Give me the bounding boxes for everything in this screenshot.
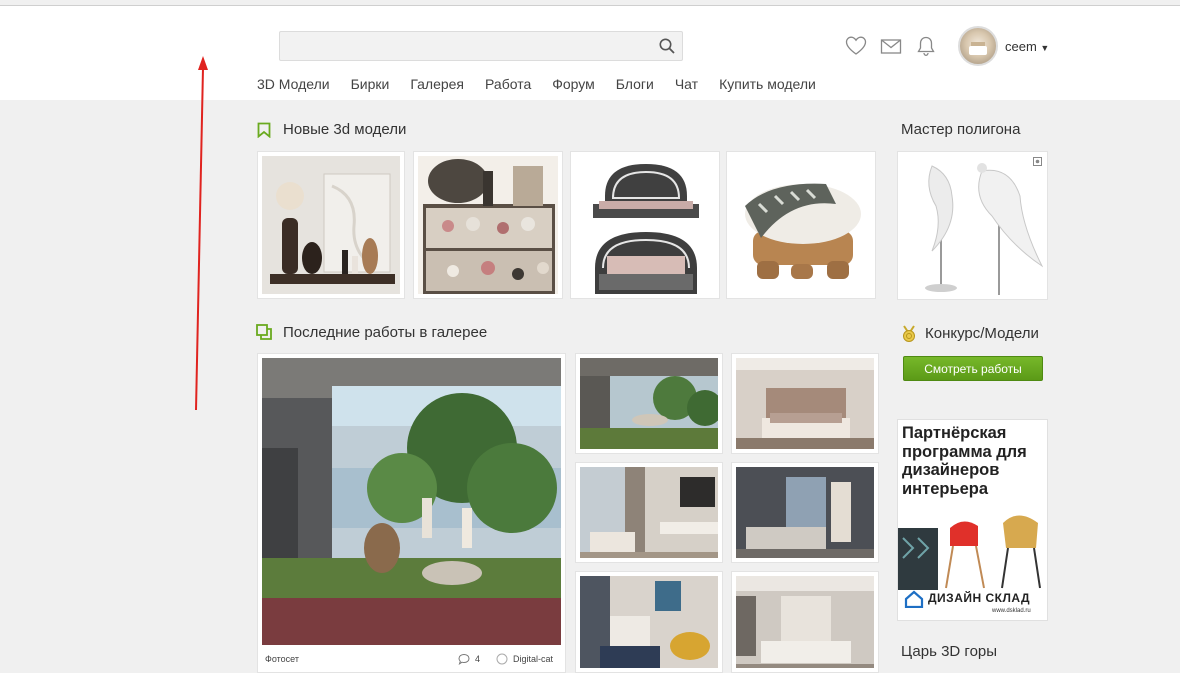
search-icon[interactable] [658,37,676,55]
chevron-down-icon: ▼ [1040,43,1050,53]
mail-icon[interactable] [880,35,902,57]
nav-item-tags[interactable]: Бирки [351,76,390,92]
gallery-card[interactable] [575,571,723,673]
model-thumbnail-kitchen-set [418,156,558,294]
gallery-thumbnail [736,576,874,668]
model-card[interactable] [570,151,720,299]
medal-icon [903,325,915,342]
gallery-icon [256,324,272,340]
contest-title[interactable]: Конкурс/Модели [925,325,1039,342]
search-bar [279,31,683,61]
gallery-card[interactable] [575,353,723,454]
user-menu[interactable]: ceem ▼ [1005,39,1049,54]
ad-headline: Партнёрская программа для дизайнеров инт… [902,424,1027,498]
house-logo-icon [904,590,924,608]
author-avatar-icon [496,653,508,665]
nav-item-3d-models[interactable]: 3D Модели [257,76,330,92]
gallery-thumbnail [736,467,874,558]
model-thumbnail-pouf [731,156,871,294]
nav-item-chat[interactable]: Чат [675,76,698,92]
gallery-featured-image [262,358,561,645]
featured-comment-count: 4 [475,654,481,664]
ad-chairs-image [898,515,1041,590]
bookmark-icon [257,122,271,138]
main-nav: 3D Модели Бирки Галерея Работа Форум Бло… [257,76,837,92]
site-header: ceem ▼ 3D Модели Бирки Галерея Работа Фо… [0,6,1180,100]
ad-url: www.dsklad.ru [992,608,1031,614]
gallery-title[interactable]: Последние работы в галерее [283,324,487,341]
new-models-title[interactable]: Новые 3d модели [283,121,406,138]
gallery-card[interactable] [731,571,879,673]
king-title[interactable]: Царь 3D горы [901,643,997,660]
ad-brand: ДИЗАЙН СКЛАД [928,591,1031,605]
model-card[interactable] [257,151,405,299]
partner-program-ad[interactable]: Партнёрская программа для дизайнеров инт… [897,419,1048,621]
ad-info-icon[interactable] [1033,157,1042,166]
polygon-master-title[interactable]: Мастер полигона [901,121,1020,138]
nav-item-blogs[interactable]: Блоги [616,76,654,92]
model-thumbnail-bed [575,156,715,294]
model-thumbnail-decor-set [262,156,400,294]
featured-author[interactable]: Digital-cat [513,654,553,664]
nav-item-work[interactable]: Работа [485,76,531,92]
featured-category[interactable]: Фотосет [265,654,299,664]
comment-icon [458,653,470,665]
model-card[interactable] [726,151,876,299]
gallery-thumbnail [580,576,718,668]
search-input[interactable] [280,32,640,60]
username: ceem [1005,39,1037,54]
gallery-card[interactable] [575,462,723,563]
view-works-button[interactable]: Смотреть работы [903,356,1043,381]
polygon-master-thumbnail [902,156,1043,295]
gallery-featured-card[interactable]: Фотосет 4 Digital-cat [257,353,566,673]
bell-icon[interactable] [915,35,937,57]
nav-item-buy-models[interactable]: Купить модели [719,76,816,92]
polygon-master-card[interactable] [897,151,1048,300]
heart-icon[interactable] [845,35,867,57]
gallery-card[interactable] [731,462,879,563]
gallery-thumbnail [580,467,718,558]
gallery-thumbnail [580,358,718,449]
gallery-card[interactable] [731,353,879,454]
gallery-thumbnail [736,358,874,449]
avatar[interactable] [958,26,998,66]
model-card[interactable] [413,151,563,299]
nav-item-gallery[interactable]: Галерея [410,76,464,92]
nav-item-forum[interactable]: Форум [552,76,595,92]
